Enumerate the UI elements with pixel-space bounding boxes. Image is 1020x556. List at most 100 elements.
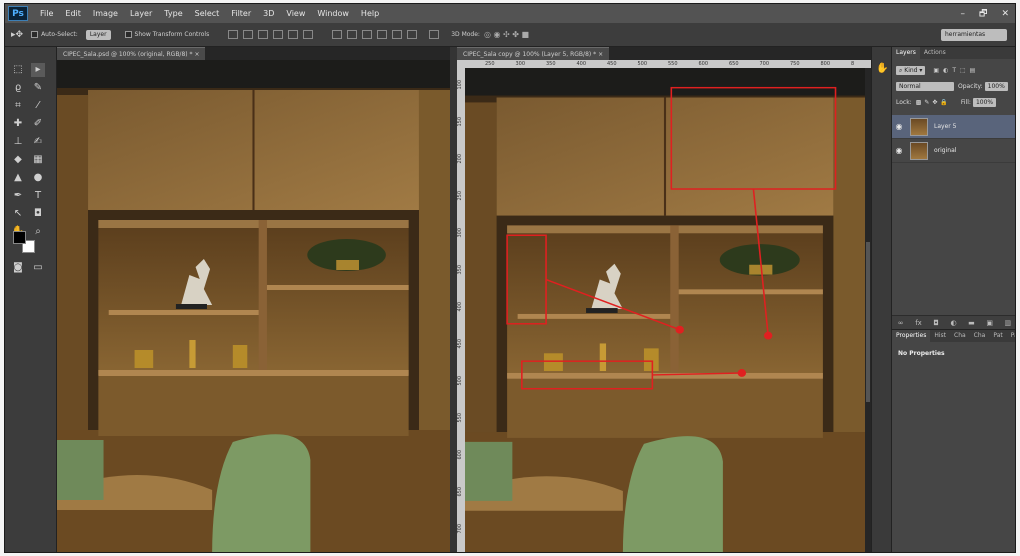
fill-field[interactable]: 100%	[972, 98, 997, 107]
align-bottom-icon[interactable]	[258, 30, 269, 39]
tab-actions[interactable]: Actions	[920, 47, 950, 59]
close-icon[interactable]: ✕	[1001, 9, 1009, 19]
3d-roll-icon[interactable]: ◉	[493, 30, 500, 39]
group-icon[interactable]: ▬	[968, 319, 975, 327]
path-selection-tool-icon[interactable]: ↖	[11, 207, 25, 221]
distribute-hcenter-icon[interactable]	[392, 30, 403, 39]
tab-properties[interactable]: Properties	[892, 330, 931, 342]
tab-character[interactable]: Cha	[970, 330, 990, 342]
3d-drag-icon[interactable]: ✣	[503, 30, 510, 39]
kind-filter-dropdown[interactable]: ⌕ Kind ▾	[896, 66, 926, 75]
quick-select-tool-icon[interactable]: ✎	[31, 81, 45, 95]
move-tool-icon[interactable]: ▸✥	[11, 30, 23, 40]
auto-select-option[interactable]: Auto-Select:	[31, 31, 78, 38]
menu-item-edit[interactable]: Edit	[59, 4, 87, 23]
tab-paths[interactable]: Path	[1007, 330, 1015, 342]
zoom-tool-icon[interactable]: ⌕	[31, 225, 45, 239]
menu-item-file[interactable]: File	[34, 4, 59, 23]
layer-row[interactable]: ◉ original	[892, 139, 1015, 163]
menu-item-type[interactable]: Type	[158, 4, 188, 23]
canvas-left[interactable]	[57, 60, 450, 552]
menu-item-layer[interactable]: Layer	[124, 4, 158, 23]
3d-rotate-icon[interactable]: ◎	[484, 30, 491, 39]
marquee-tool-icon[interactable]: ⬚	[11, 63, 25, 77]
menu-item-help[interactable]: Help	[355, 4, 385, 23]
document-left: CIPEC_Sala.psd @ 100% (original, RGB/8) …	[57, 47, 450, 552]
eye-icon[interactable]: ◉	[892, 122, 906, 131]
distribute-bottom-icon[interactable]	[362, 30, 373, 39]
screen-mode-icon[interactable]: ▭	[31, 261, 45, 275]
history-panel-icon[interactable]: ✋	[876, 63, 888, 74]
foreground-color-swatch[interactable]	[13, 231, 26, 244]
filter-icons: ▣◐T⬚▤	[933, 67, 980, 74]
gradient-tool-icon[interactable]: ▦	[31, 153, 45, 167]
document-tab-right-label: CIPEC_Sala copy @ 100% (Layer 5, RGB/8) …	[463, 51, 597, 58]
canvas-right[interactable]	[465, 68, 865, 552]
menu-item-window[interactable]: Window	[311, 4, 355, 23]
workspace-dropdown[interactable]: herramientas	[941, 29, 1007, 41]
align-right-icon[interactable]	[303, 30, 314, 39]
blend-mode-dropdown[interactable]: Normal	[896, 82, 954, 91]
align-left-icon[interactable]	[273, 30, 284, 39]
pen-tool-icon[interactable]: ✒	[11, 189, 25, 203]
mask-icon[interactable]: ◘	[933, 319, 939, 327]
crop-tool-icon[interactable]: ⌗	[11, 99, 25, 113]
3d-slide-icon[interactable]: ✤	[512, 30, 519, 39]
3d-scale-icon[interactable]: ■	[522, 30, 530, 39]
distribute-top-icon[interactable]	[332, 30, 343, 39]
shape-tool-icon[interactable]: ◘	[31, 207, 45, 221]
move-tool-icon[interactable]: ▸	[31, 63, 45, 77]
align-hcenter-icon[interactable]	[288, 30, 299, 39]
show-transform-option[interactable]: Show Transform Controls	[124, 31, 209, 38]
history-brush-tool-icon[interactable]: ✍	[31, 135, 45, 149]
distribute-vcenter-icon[interactable]	[347, 30, 358, 39]
close-tab-icon[interactable]: ×	[598, 51, 603, 58]
document-tab-right[interactable]: CIPEC_Sala copy @ 100% (Layer 5, RGB/8) …	[457, 47, 610, 60]
clone-stamp-tool-icon[interactable]: ⊥	[11, 135, 25, 149]
eyedropper-tool-icon[interactable]: ⁄	[31, 99, 45, 113]
healing-brush-tool-icon[interactable]: ✚	[11, 117, 25, 131]
link-icon[interactable]: ∞	[898, 319, 904, 327]
type-tool-icon[interactable]: T	[31, 189, 45, 203]
eraser-tool-icon[interactable]: ◆	[11, 153, 25, 167]
trash-icon[interactable]: ▥	[1005, 319, 1012, 327]
layer-row[interactable]: ◉ Layer 5	[892, 115, 1015, 139]
eye-icon[interactable]: ◉	[892, 146, 906, 155]
fx-icon[interactable]: fx	[915, 319, 922, 327]
ceiling	[465, 68, 865, 96]
auto-align-icon[interactable]	[429, 30, 440, 39]
menu-item-filter[interactable]: Filter	[225, 4, 257, 23]
opacity-field[interactable]: 100%	[984, 82, 1008, 91]
vertical-scrollbar[interactable]	[866, 242, 870, 402]
tab-layers[interactable]: Layers	[892, 47, 920, 59]
menu-item-select[interactable]: Select	[189, 4, 226, 23]
align-top-icon[interactable]	[228, 30, 239, 39]
lasso-tool-icon[interactable]: ϱ	[11, 81, 25, 95]
document-tab-left[interactable]: CIPEC_Sala.psd @ 100% (original, RGB/8) …	[57, 47, 206, 60]
blur-tool-icon[interactable]: ▲	[11, 171, 25, 185]
photoshop-window: Ps File Edit Image Layer Type Select Filter 3D V…	[4, 3, 1016, 553]
menu-item-3d[interactable]: 3D	[257, 4, 280, 23]
distribute-right-icon[interactable]	[407, 30, 418, 39]
quick-mask-icon[interactable]: ◙	[11, 261, 25, 275]
new-layer-icon[interactable]: ▣	[986, 319, 993, 327]
tab-paragraph[interactable]: Pat	[989, 330, 1006, 342]
distribute-left-icon[interactable]	[377, 30, 388, 39]
menu-item-image[interactable]: Image	[87, 4, 124, 23]
menu-item-view[interactable]: View	[280, 4, 311, 23]
tab-history[interactable]: Hist	[930, 330, 950, 342]
tab-channels[interactable]: Cha	[950, 330, 970, 342]
collapsed-panel-strip: ✋	[871, 47, 891, 552]
office-photo	[57, 60, 450, 552]
align-vcenter-icon[interactable]	[243, 30, 254, 39]
minimize-icon[interactable]: –	[961, 9, 966, 19]
auto-select-checkbox[interactable]	[31, 31, 39, 38]
close-tab-icon[interactable]: ×	[194, 51, 199, 58]
dodge-tool-icon[interactable]: ●	[31, 171, 45, 185]
brush-tool-icon[interactable]: ✐	[31, 117, 45, 131]
adjustment-icon[interactable]: ◐	[950, 319, 956, 327]
auto-select-dropdown[interactable]: Layer	[85, 29, 111, 40]
lock-icons[interactable]: ▩✎✥🔒	[916, 97, 951, 108]
restore-icon[interactable]: 🗗	[979, 6, 987, 22]
show-transform-checkbox[interactable]	[124, 31, 132, 38]
